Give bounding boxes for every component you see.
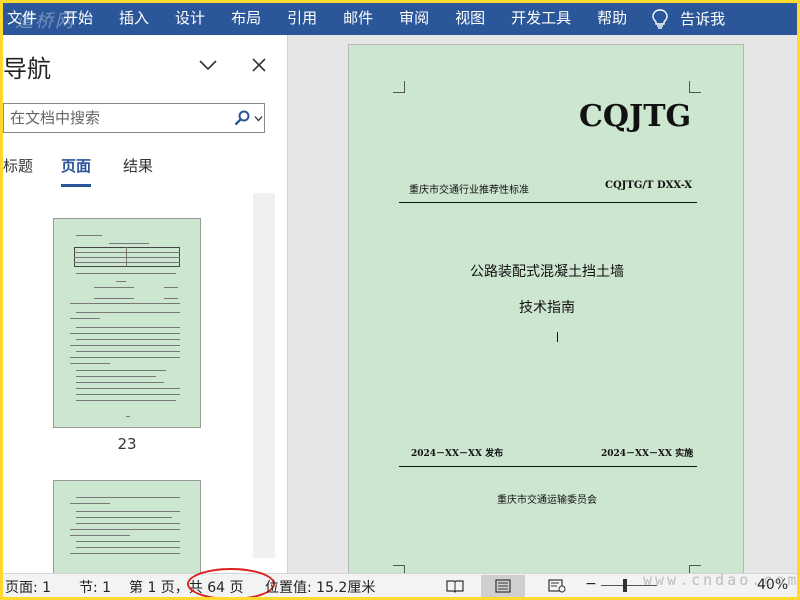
- tab-view[interactable]: 视图: [442, 3, 498, 35]
- doc-standard-type: 重庆市交通行业推荐性标准: [409, 185, 529, 196]
- page-thumbnail[interactable]: [53, 218, 201, 428]
- status-bar: 页面: 1 节: 1 第 1 页，共 64 页 位置值: 15.2厘米 − 40…: [3, 568, 797, 597]
- document-canvas: CQJTG 重庆市交通行业推荐性标准 CQJTG/T DXX-X 公路装配式混凝…: [289, 35, 797, 573]
- print-layout-icon[interactable]: [481, 575, 525, 597]
- nav-tab-pages[interactable]: 页面: [61, 155, 92, 187]
- search-options-dropdown-icon[interactable]: [254, 114, 263, 123]
- doc-standard-code: CQJTG/T DXX-X: [605, 180, 692, 191]
- thumbnail-page-number: 23: [117, 435, 137, 453]
- zoom-out-button[interactable]: −: [585, 576, 597, 592]
- navigation-pane: 导航 标题 页面 结果: [3, 35, 288, 573]
- tab-design[interactable]: 设计: [162, 3, 218, 35]
- status-page-count[interactable]: 第 1 页，共 64 页: [129, 577, 244, 597]
- tab-insert[interactable]: 插入: [106, 3, 162, 35]
- doc-divider: [399, 202, 697, 203]
- nav-pane-title: 导航: [3, 55, 51, 83]
- document-page[interactable]: CQJTG 重庆市交通行业推荐性标准 CQJTG/T DXX-X 公路装配式混凝…: [348, 44, 744, 573]
- doc-title: 公路装配式混凝土挡土墙: [470, 264, 624, 280]
- tab-file[interactable]: 文件: [3, 3, 50, 35]
- tab-home[interactable]: 开始: [50, 3, 106, 35]
- page-thumbnail[interactable]: [53, 480, 201, 573]
- close-icon[interactable]: [249, 55, 269, 75]
- nav-search-input[interactable]: [4, 104, 224, 132]
- status-page[interactable]: 页面: 1: [5, 577, 51, 597]
- tab-mailings[interactable]: 邮件: [330, 3, 386, 35]
- doc-subtitle: 技术指南: [519, 300, 575, 316]
- chevron-down-icon[interactable]: [197, 57, 219, 73]
- web-layout-icon[interactable]: [535, 575, 579, 597]
- nav-tab-headings[interactable]: 标题: [3, 155, 33, 184]
- search-icon[interactable]: [234, 110, 250, 126]
- tab-layout[interactable]: 布局: [218, 3, 274, 35]
- ribbon-tabs: 文件 开始 插入 设计 布局 引用 邮件 审阅 视图 开发工具 帮助 告诉我: [3, 3, 797, 35]
- zoom-slider-thumb[interactable]: [623, 579, 627, 592]
- crop-mark: [393, 565, 405, 573]
- tab-references[interactable]: 引用: [274, 3, 330, 35]
- crop-mark: [393, 81, 405, 93]
- tab-developer[interactable]: 开发工具: [498, 3, 584, 35]
- word-window: 文件 开始 插入 设计 布局 引用 邮件 审阅 视图 开发工具 帮助 告诉我 道…: [3, 3, 797, 597]
- crop-mark: [689, 81, 701, 93]
- crop-mark: [689, 565, 701, 573]
- doc-implement-date: 2024－XX－XX 实施: [601, 449, 694, 459]
- doc-issue-date: 2024－XX－XX 发布: [411, 449, 504, 459]
- doc-divider: [399, 466, 697, 467]
- nav-pane-scrollbar[interactable]: [253, 193, 275, 558]
- tell-me-search[interactable]: 告诉我: [668, 4, 725, 34]
- doc-issuer: 重庆市交通运输委员会: [497, 495, 597, 506]
- doc-logo: CQJTG: [579, 99, 692, 134]
- zoom-slider[interactable]: [601, 585, 657, 586]
- lightbulb-icon[interactable]: [640, 3, 668, 35]
- status-section[interactable]: 节: 1: [79, 577, 111, 597]
- nav-search-box: [3, 103, 265, 133]
- tab-review[interactable]: 审阅: [386, 3, 442, 35]
- nav-pane-tabs: 标题 页面 结果: [3, 155, 273, 189]
- page-thumbnails: 23: [3, 193, 273, 573]
- tab-help[interactable]: 帮助: [584, 3, 640, 35]
- nav-tab-results[interactable]: 结果: [123, 155, 153, 184]
- status-vertical-position[interactable]: 位置值: 15.2厘米: [265, 577, 375, 597]
- text-cursor: [557, 332, 558, 342]
- read-mode-icon[interactable]: [433, 575, 477, 597]
- zoom-level[interactable]: 40%: [757, 577, 788, 593]
